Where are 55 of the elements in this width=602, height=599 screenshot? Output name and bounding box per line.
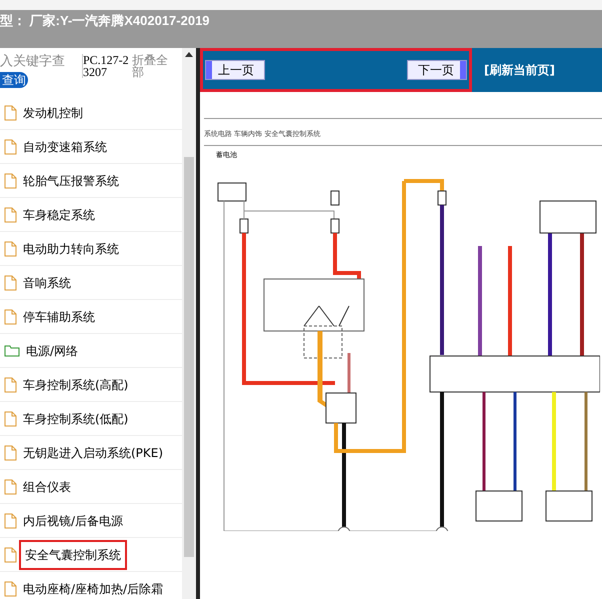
tree-item[interactable]: 内后视镜/后备电源	[0, 504, 182, 538]
search-field[interactable]: 入关键字查	[0, 50, 78, 72]
tree-item[interactable]: 停车辅助系统	[0, 300, 182, 334]
scroll-up-icon[interactable]	[185, 52, 193, 57]
previous-page-button[interactable]: 上一页	[205, 60, 265, 80]
tree-item[interactable]: 组合仪表	[0, 470, 182, 504]
tree-item-label: 车身控制系统(低配)	[23, 410, 128, 428]
document-icon	[4, 546, 17, 562]
document-icon	[4, 172, 17, 188]
scrollbar[interactable]	[182, 48, 196, 599]
tree-item-label: 轮胎气压报警系统	[23, 172, 119, 190]
document-icon	[4, 240, 17, 256]
tree-item-label: 安全气囊控制系统	[19, 540, 127, 570]
search-button[interactable]: 查询	[0, 72, 28, 88]
document-icon	[4, 444, 17, 460]
scroll-thumb[interactable]	[184, 157, 194, 557]
folder-icon	[4, 344, 20, 357]
document-icon	[4, 580, 17, 596]
tree-item-label: 车身控制系统(高配)	[23, 376, 128, 394]
tree-item-label: 发动机控制	[23, 104, 83, 122]
code-text: PC.127-23207	[82, 54, 130, 78]
tree-item[interactable]: 车身控制系统(低配)	[0, 402, 182, 436]
tree-item-label: 无钥匙进入启动系统(PKE)	[23, 444, 164, 462]
tree-item-label: 电动座椅/座椅加热/后除霜	[23, 580, 164, 598]
document-icon	[4, 512, 17, 528]
document-icon	[4, 478, 17, 494]
tree-item[interactable]: 电动助力转向系统	[0, 232, 182, 266]
tree-item-label: 电动助力转向系统	[23, 240, 119, 258]
document-icon	[4, 138, 17, 154]
document-icon	[4, 104, 17, 120]
tree-item[interactable]: 无钥匙进入启动系统(PKE)	[0, 436, 182, 470]
document-icon	[4, 206, 17, 222]
document-icon	[4, 376, 17, 392]
collapse-all-button[interactable]: 折叠全部	[132, 54, 172, 78]
next-page-button[interactable]: 下一页	[407, 60, 467, 80]
document-icon	[4, 410, 17, 426]
tree-item-label: 自动变速箱系统	[23, 138, 107, 156]
tree-item[interactable]: 音响系统	[0, 266, 182, 300]
tree-item-label: 组合仪表	[23, 478, 71, 496]
document-icon	[4, 274, 17, 290]
tree-item-label: 电源/网络	[26, 342, 78, 360]
tree-item[interactable]: 自动变速箱系统	[0, 130, 182, 164]
document-icon	[4, 308, 17, 324]
tree-item-label: 内后视镜/后备电源	[23, 512, 124, 530]
refresh-link[interactable]: [刷新当前页]	[484, 61, 555, 79]
tree-item[interactable]: 车身控制系统(高配)	[0, 368, 182, 402]
tree-item[interactable]: 轮胎气压报警系统	[0, 164, 182, 198]
tree-item[interactable]: 安全气囊控制系统	[0, 538, 182, 572]
tree-item[interactable]: 车身稳定系统	[0, 198, 182, 232]
tree-item-label: 音响系统	[23, 274, 71, 292]
tree-item[interactable]: 发动机控制	[0, 96, 182, 130]
tree-item[interactable]: 电源/网络	[0, 334, 182, 368]
tree-item-label: 停车辅助系统	[23, 308, 95, 326]
tree-item-label: 车身稳定系统	[23, 206, 95, 224]
window-title: 型： 厂家:Y-一汽奔腾X402017-2019	[0, 12, 210, 30]
